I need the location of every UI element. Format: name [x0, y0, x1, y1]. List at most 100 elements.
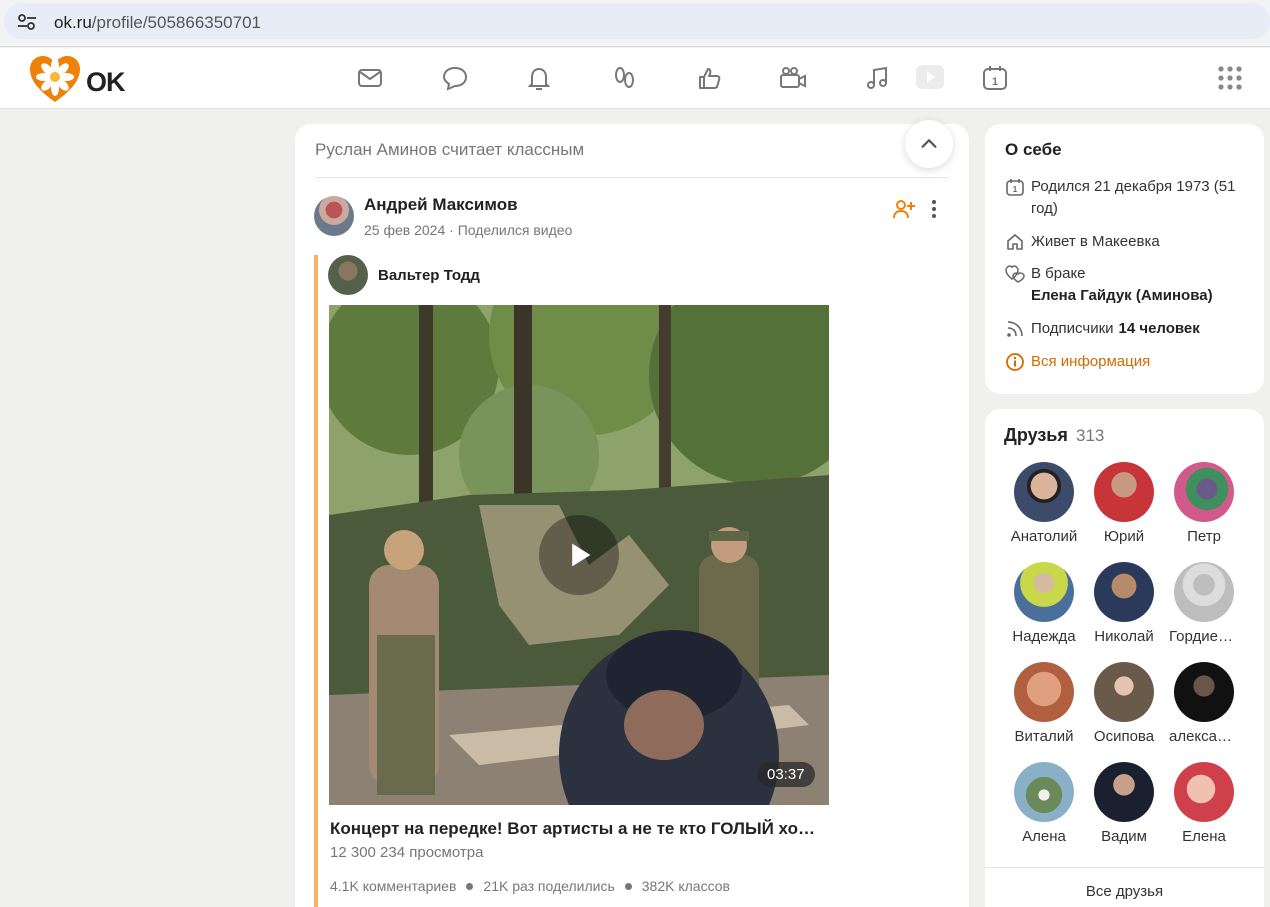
- friend-name: Гордиенко: [1169, 628, 1239, 645]
- friend-avatar: [1174, 462, 1234, 522]
- friend-item[interactable]: Елена: [1169, 762, 1239, 845]
- friend-item[interactable]: Гордиенко: [1169, 562, 1239, 645]
- friend-name: Николай: [1094, 628, 1154, 645]
- marital-label: В браке: [1031, 265, 1086, 282]
- hearts-icon: [1005, 265, 1025, 283]
- lives-row: Живет в Макеевка: [1005, 231, 1160, 253]
- spouse-name[interactable]: Елена Гайдук (Аминова): [1031, 285, 1213, 307]
- post-meta: 25 фев 2024 · Поделился видео: [364, 222, 572, 238]
- friend-avatar: [1094, 462, 1154, 522]
- play-icon: [572, 543, 591, 567]
- subscribers-row[interactable]: Подписчики 14 человек: [1005, 318, 1200, 340]
- friend-avatar: [1014, 662, 1074, 722]
- ok-flower-icon: [30, 56, 80, 102]
- friend-item[interactable]: Вадим: [1089, 762, 1159, 845]
- birth-row: 1 Родился 21 декабря 1973 (51 год): [1005, 176, 1255, 220]
- friend-item[interactable]: александр: [1169, 662, 1239, 745]
- author-name[interactable]: Андрей Максимов: [364, 195, 518, 215]
- messages-icon[interactable]: [354, 62, 386, 94]
- video-duration: 03:37: [757, 762, 815, 787]
- friend-item[interactable]: Юрий: [1089, 462, 1159, 545]
- friends-title[interactable]: Друзья: [1004, 425, 1068, 446]
- friend-avatar: [1094, 662, 1154, 722]
- games-icon[interactable]: [914, 64, 946, 90]
- rss-icon: [1007, 321, 1023, 337]
- home-icon: [1007, 234, 1023, 250]
- friend-item[interactable]: Петр: [1169, 462, 1239, 545]
- post-stats: 4.1K комментариев 21K раз поделились 382…: [330, 878, 730, 894]
- play-button[interactable]: [539, 515, 619, 595]
- svg-text:1: 1: [1013, 185, 1018, 194]
- likes-count[interactable]: 382K классов: [642, 878, 730, 894]
- friend-name: Елена: [1182, 828, 1226, 845]
- friend-avatar: [1014, 562, 1074, 622]
- friend-name: Петр: [1187, 528, 1221, 545]
- stats-dot: [624, 882, 632, 890]
- friend-avatar: [1014, 762, 1074, 822]
- all-info-link[interactable]: Вся информация: [1005, 351, 1150, 373]
- ok-logo[interactable]: OK: [28, 54, 138, 104]
- divider: [985, 867, 1264, 868]
- friend-avatar: [1174, 762, 1234, 822]
- divider: [315, 177, 949, 178]
- friend-avatar: [1174, 562, 1234, 622]
- friend-item[interactable]: Николай: [1089, 562, 1159, 645]
- video-icon[interactable]: [777, 62, 809, 94]
- lives-text: Живет в Макеевка: [1031, 233, 1160, 250]
- video-title[interactable]: Концерт на передке! Вот артисты а не те …: [330, 819, 830, 839]
- subscribers-count: 14 человек: [1118, 320, 1200, 337]
- marital-text: В браке Елена Гайдук (Аминова): [1031, 263, 1213, 307]
- info-icon: [1006, 353, 1024, 371]
- birth-text: Родился 21 декабря 1973 (51 год): [1031, 178, 1236, 217]
- friends-card: Друзья 313 Анатолий Юрий Петр Надежда Ни…: [985, 409, 1264, 907]
- guests-icon[interactable]: [608, 62, 640, 94]
- friend-item[interactable]: Надежда: [1009, 562, 1079, 645]
- friend-name: александр: [1169, 728, 1239, 745]
- repost-author-avatar[interactable]: [328, 255, 368, 295]
- friend-avatar: [1014, 462, 1074, 522]
- marital-row: В браке Елена Гайдук (Аминова): [1005, 263, 1213, 307]
- author-avatar[interactable]: [314, 196, 354, 236]
- marks-icon[interactable]: [693, 62, 725, 94]
- friend-name: Юрий: [1103, 528, 1145, 545]
- site-settings-icon[interactable]: [16, 12, 38, 32]
- video-player[interactable]: 03:37: [329, 305, 829, 805]
- friend-avatar: [1094, 562, 1154, 622]
- about-card: О себе 1 Родился 21 декабря 1973 (51 год…: [985, 124, 1264, 394]
- friend-item[interactable]: Осипова: [1089, 662, 1159, 745]
- top-navigation: OK 1: [0, 48, 1270, 109]
- scroll-up-button[interactable]: [905, 120, 953, 168]
- add-friend-icon[interactable]: [892, 197, 916, 221]
- comments-count[interactable]: 4.1K комментариев: [330, 878, 456, 894]
- shares-count[interactable]: 21K раз поделились: [483, 878, 614, 894]
- more-options-icon[interactable]: [925, 197, 943, 221]
- friends-count: 313: [1076, 426, 1105, 445]
- calendar-icon[interactable]: 1: [979, 62, 1011, 94]
- subscribers-label: Подписчики: [1031, 320, 1114, 337]
- meta-separator: ·: [449, 222, 454, 238]
- post-action: Поделился видео: [457, 222, 573, 238]
- discussions-icon[interactable]: [439, 62, 471, 94]
- friend-avatar: [1094, 762, 1154, 822]
- friend-avatar: [1174, 662, 1234, 722]
- friend-item[interactable]: Алена: [1009, 762, 1079, 845]
- friend-item[interactable]: Анатолий: [1009, 462, 1079, 545]
- friend-name: Алена: [1022, 828, 1066, 845]
- chevron-up-icon: [921, 139, 937, 148]
- friend-name: Вадим: [1101, 828, 1147, 845]
- apps-grid-icon[interactable]: [1214, 62, 1246, 94]
- repost-author-name[interactable]: Вальтер Тодд: [378, 267, 480, 284]
- svg-text:1: 1: [992, 76, 998, 88]
- friend-name: Надежда: [1012, 628, 1076, 645]
- video-views: 12 300 234 просмотра: [330, 844, 484, 861]
- all-info-text: Вся информация: [1031, 353, 1151, 370]
- friend-item[interactable]: Виталий: [1009, 662, 1079, 745]
- all-friends-link[interactable]: Все друзья: [985, 883, 1264, 900]
- notifications-icon[interactable]: [523, 62, 555, 94]
- feed-card: Руслан Аминов считает классным Андрей Ма…: [295, 124, 969, 907]
- url-field[interactable]: ok.ru/profile/505866350701: [4, 3, 1270, 39]
- music-icon[interactable]: [862, 62, 894, 94]
- browser-address-bar: ok.ru/profile/505866350701: [0, 0, 1270, 47]
- calendar-icon: 1: [1006, 179, 1024, 196]
- post-date[interactable]: 25 фев 2024: [364, 222, 445, 238]
